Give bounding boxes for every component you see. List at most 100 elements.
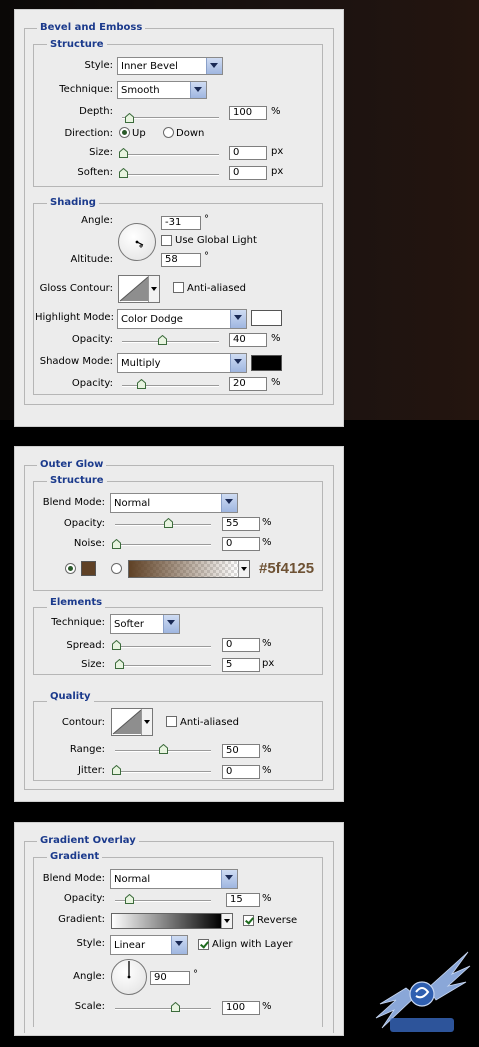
overlay-blend-mode-select[interactable]: Normal: [110, 869, 238, 889]
chevron-down-icon: [230, 310, 246, 328]
overlay-angle-input[interactable]: 90: [150, 971, 190, 985]
glow-gradient-radio[interactable]: [111, 563, 122, 574]
angle-dial[interactable]: [118, 223, 156, 261]
overlay-scale-unit: %: [262, 1001, 272, 1012]
gloss-contour-label: Gloss Contour:: [39, 283, 113, 294]
depth-slider-track[interactable]: [122, 117, 219, 119]
glow-noise-input[interactable]: 0: [222, 537, 260, 551]
style-select[interactable]: Inner Bevel: [117, 57, 223, 75]
overlay-angle-unit: °: [193, 969, 198, 980]
glow-size-slider-thumb[interactable]: [115, 659, 124, 669]
glow-noise-slider-track[interactable]: [115, 544, 211, 546]
glow-size-unit: px: [262, 658, 275, 669]
overlay-gradient-picker[interactable]: [111, 913, 233, 929]
highlight-color-swatch[interactable]: [251, 310, 282, 326]
technique-label: Technique:: [59, 84, 113, 95]
glow-spread-slider-thumb[interactable]: [112, 640, 121, 650]
overlay-angle-dial[interactable]: [111, 959, 147, 995]
chevron-down-icon: [221, 914, 232, 928]
glow-anti-aliased-label: Anti-aliased: [180, 717, 240, 728]
winged-logo-watermark: [375, 951, 471, 1032]
shadow-mode-value: Multiply: [121, 358, 161, 369]
soften-slider-thumb[interactable]: [119, 168, 128, 178]
depth-slider-thumb[interactable]: [125, 113, 134, 123]
gloss-anti-aliased-checkbox[interactable]: [173, 282, 184, 293]
align-with-layer-label: Align with Layer: [212, 939, 293, 950]
glow-technique-label: Technique:: [51, 617, 105, 628]
glow-size-slider-track[interactable]: [115, 665, 211, 667]
overlay-opacity-slider-thumb[interactable]: [125, 894, 134, 904]
angle-label: Angle:: [81, 215, 113, 226]
overlay-scale-slider-track[interactable]: [115, 1008, 211, 1010]
soften-input[interactable]: 0: [229, 166, 267, 180]
overlay-blend-mode-value: Normal: [114, 874, 151, 885]
glow-spread-slider-track[interactable]: [115, 646, 211, 648]
glow-jitter-slider-track[interactable]: [115, 771, 211, 773]
glow-color-swatch[interactable]: [81, 561, 96, 576]
glow-opacity-slider-thumb[interactable]: [164, 518, 173, 528]
overlay-scale-slider-thumb[interactable]: [171, 1002, 180, 1012]
overlay-opacity-label: Opacity:: [63, 893, 105, 904]
overlay-opacity-input[interactable]: 15: [226, 893, 260, 907]
glow-size-label: Size:: [81, 659, 105, 670]
glow-solid-color-radio[interactable]: [65, 563, 76, 574]
soften-slider-track[interactable]: [122, 174, 219, 176]
angle-input[interactable]: -31: [161, 216, 201, 230]
glow-range-input[interactable]: 50: [222, 744, 260, 758]
highlight-mode-select[interactable]: Color Dodge: [117, 309, 247, 329]
glow-noise-label: Noise:: [73, 538, 105, 549]
glow-anti-aliased-checkbox[interactable]: [166, 716, 177, 727]
use-global-light-checkbox[interactable]: [161, 235, 172, 246]
glow-size-input[interactable]: 5: [222, 658, 260, 672]
glow-noise-unit: %: [262, 537, 272, 548]
direction-down-radio[interactable]: [163, 127, 174, 138]
overlay-style-label: Style:: [76, 938, 106, 949]
glow-jitter-input[interactable]: 0: [222, 765, 260, 779]
style-label: Style:: [84, 60, 114, 71]
size-slider-track[interactable]: [122, 154, 219, 156]
glow-contour-picker[interactable]: [111, 708, 153, 736]
size-slider-thumb[interactable]: [119, 148, 128, 158]
size-input[interactable]: 0: [229, 146, 267, 160]
shadow-opacity-input[interactable]: 20: [229, 377, 267, 391]
align-with-layer-checkbox[interactable]: [198, 939, 209, 950]
size-label: Size:: [89, 147, 113, 158]
glow-gradient-preview: [129, 561, 238, 577]
reverse-label: Reverse: [257, 915, 298, 926]
glow-opacity-label: Opacity:: [63, 518, 105, 529]
glow-noise-slider-thumb[interactable]: [112, 539, 121, 549]
glow-opacity-input[interactable]: 55: [222, 517, 260, 531]
depth-input[interactable]: 100: [229, 106, 267, 120]
highlight-opacity-slider-thumb[interactable]: [158, 335, 167, 345]
glow-gradient-picker[interactable]: [128, 560, 250, 578]
gradient-group-title: Gradient: [47, 851, 103, 863]
shadow-opacity-label: Opacity:: [71, 378, 113, 389]
size-unit: px: [271, 146, 284, 157]
highlight-opacity-input[interactable]: 40: [229, 333, 267, 347]
gradient-overlay-panel: Gradient Overlay Gradient Blend Mode: No…: [14, 822, 344, 1036]
technique-select[interactable]: Smooth: [117, 81, 207, 99]
glow-jitter-unit: %: [262, 765, 272, 776]
shadow-mode-label: Shadow Mode:: [39, 356, 113, 367]
direction-up-radio[interactable]: [119, 127, 130, 138]
reverse-checkbox[interactable]: [243, 915, 254, 926]
direction-up-label: Up: [132, 128, 146, 139]
glow-blend-mode-select[interactable]: Normal: [110, 493, 238, 513]
glow-jitter-slider-thumb[interactable]: [112, 765, 121, 775]
overlay-style-select[interactable]: Linear: [110, 935, 188, 955]
chevron-down-icon: [171, 936, 187, 954]
gradient-overlay-title: Gradient Overlay: [37, 835, 139, 847]
glow-range-slider-thumb[interactable]: [159, 744, 168, 754]
gloss-contour-picker[interactable]: [118, 275, 160, 303]
glow-technique-select[interactable]: Softer: [110, 614, 180, 634]
overlay-scale-input[interactable]: 100: [222, 1001, 260, 1015]
glow-spread-input[interactable]: 0: [222, 638, 260, 652]
linear-contour-icon: [119, 276, 149, 302]
highlight-opacity-slider-track[interactable]: [122, 341, 219, 343]
glow-opacity-slider-track[interactable]: [115, 524, 211, 526]
overlay-scale-label: Scale:: [74, 1001, 105, 1012]
shadow-mode-select[interactable]: Multiply: [117, 353, 247, 373]
shadow-color-swatch[interactable]: [251, 355, 282, 371]
altitude-input[interactable]: 58: [161, 253, 201, 267]
shadow-opacity-slider-thumb[interactable]: [137, 379, 146, 389]
